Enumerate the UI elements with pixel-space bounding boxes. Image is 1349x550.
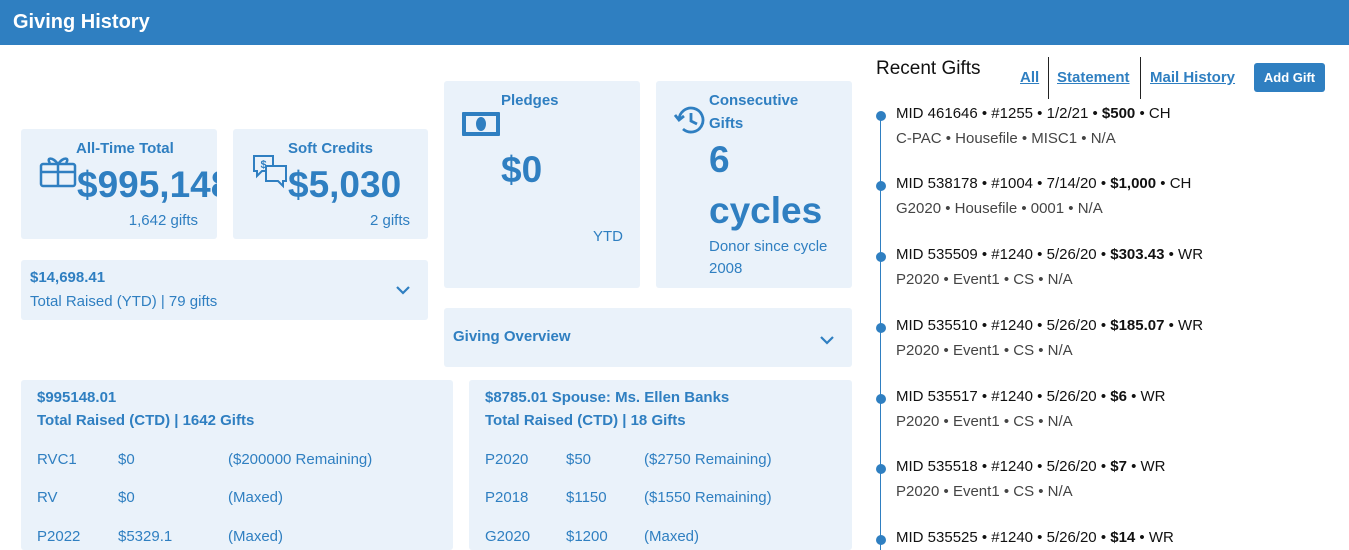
gift-summary: MID 461646 • #1255 • 1/2/21 • $500 • CH xyxy=(896,105,1171,122)
fund-amount: $1150 xyxy=(566,489,607,506)
consecutive-label-line1: Consecutive xyxy=(709,92,799,109)
fund-code: RV xyxy=(37,489,58,506)
mail-history-link[interactable]: Mail History xyxy=(1150,69,1235,86)
gift-amount: $303.43 xyxy=(1110,246,1165,263)
chevron-down-icon[interactable] xyxy=(396,282,410,300)
ctd-self-amount: $995148.01 xyxy=(37,389,117,406)
ctd-spouse-amount: $8785.01 Spouse: Ms. Ellen Banks xyxy=(485,389,730,406)
gift-detail: P2020 • Event1 • CS • N/A xyxy=(896,342,1073,359)
soft-credits-card: $ Soft Credits $5,030 2 gifts xyxy=(233,129,428,239)
gift-summary: MID 535510 • #1240 • 5/26/20 • $185.07 •… xyxy=(896,317,1204,334)
giving-overview-label: Giving Overview xyxy=(453,328,571,345)
link-divider xyxy=(1048,57,1049,99)
list-item[interactable]: MID 535518 • #1240 • 5/26/20 • $7 • WR P… xyxy=(876,458,1336,508)
fund-amount: $50 xyxy=(566,451,592,468)
fund-code: G2020 xyxy=(485,528,531,545)
link-divider xyxy=(1140,57,1141,99)
ctd-spouse-summary: Total Raised (CTD) | 18 Gifts xyxy=(485,412,686,429)
gift-detail: P2020 • Event1 • CS • N/A xyxy=(896,483,1073,500)
fund-code: P2020 xyxy=(485,451,529,468)
history-icon xyxy=(673,103,708,142)
all-time-total-card: All-Time Total $995,148 1,642 gifts xyxy=(21,129,217,239)
fund-amount: $0 xyxy=(118,451,135,468)
timeline-dot xyxy=(876,181,886,191)
ytd-summary-text: Total Raised (YTD) | 79 gifts xyxy=(30,293,218,310)
recent-gifts-title: Recent Gifts xyxy=(876,58,981,79)
ytd-amount: $14,698.41 xyxy=(30,269,106,286)
gift-summary: MID 535509 • #1240 • 5/26/20 • $303.43 •… xyxy=(896,246,1204,263)
pledges-amount: $0 xyxy=(501,149,543,190)
all-time-total-label: All-Time Total xyxy=(76,140,174,157)
fund-code: P2022 xyxy=(37,528,81,545)
consecutive-label-line2: Gifts xyxy=(709,115,744,132)
chat-bubbles-icon: $ xyxy=(251,153,289,194)
fund-code: RVC1 xyxy=(37,451,77,468)
gift-amount: $1,000 xyxy=(1110,175,1157,192)
gift-detail: P2020 • Event1 • CS • N/A xyxy=(896,271,1073,288)
timeline-dot xyxy=(876,464,886,474)
banknote-icon xyxy=(461,111,501,142)
ctd-self-summary: Total Raised (CTD) | 1642 Gifts xyxy=(37,412,255,429)
gift-detail: P2020 • Event1 • CS • N/A xyxy=(896,413,1073,430)
ctd-spouse-card: $8785.01 Spouse: Ms. Ellen Banks Total R… xyxy=(469,380,852,550)
list-item[interactable]: MID 461646 • #1255 • 1/2/21 • $500 • CH … xyxy=(876,105,1336,155)
gift-summary: MID 538178 • #1004 • 7/14/20 • $1,000 • … xyxy=(896,175,1192,192)
filter-all-link[interactable]: All xyxy=(1020,69,1039,86)
donor-since-line1: Donor since cycle xyxy=(709,238,828,255)
donor-since-line2: 2008 xyxy=(709,260,743,277)
fund-status: ($1550 Remaining) xyxy=(644,489,772,506)
fund-status: (Maxed) xyxy=(228,528,284,545)
list-item[interactable]: MID 535517 • #1240 • 5/26/20 • $6 • WR P… xyxy=(876,388,1336,438)
soft-credits-label: Soft Credits xyxy=(288,140,374,157)
fund-status: (Maxed) xyxy=(228,489,284,506)
fund-amount: $5329.1 xyxy=(118,528,173,545)
add-gift-button[interactable]: Add Gift xyxy=(1254,63,1325,92)
pledges-period: YTD xyxy=(593,228,623,245)
pledges-card: Pledges $0 YTD xyxy=(444,81,640,288)
fund-status: ($2750 Remaining) xyxy=(644,451,772,468)
consecutive-count: 6 xyxy=(709,139,730,180)
page-title: Giving History xyxy=(13,11,150,33)
consecutive-gifts-card: Consecutive Gifts 6 cycles Donor since c… xyxy=(656,81,852,288)
soft-credits-amount: $5,030 xyxy=(288,164,402,205)
gift-detail: C-PAC • Housefile • MISC1 • N/A xyxy=(896,130,1116,147)
ytd-summary[interactable]: $14,698.41 Total Raised (YTD) | 79 gifts xyxy=(21,260,428,320)
gift-summary: MID 535517 • #1240 • 5/26/20 • $6 • WR xyxy=(896,388,1166,405)
gift-amount: $185.07 xyxy=(1110,317,1165,334)
timeline-dot xyxy=(876,535,886,545)
list-item[interactable]: MID 535509 • #1240 • 5/26/20 • $303.43 •… xyxy=(876,246,1336,296)
soft-credits-gift-count: 2 gifts xyxy=(369,212,410,229)
fund-code: P2018 xyxy=(485,489,529,506)
all-time-gift-count: 1,642 gifts xyxy=(128,212,198,229)
fund-amount: $0 xyxy=(118,489,135,506)
fund-status: ($200000 Remaining) xyxy=(228,451,373,468)
gift-summary: MID 535518 • #1240 • 5/26/20 • $7 • WR xyxy=(896,458,1166,475)
list-item[interactable]: MID 538178 • #1004 • 7/14/20 • $1,000 • … xyxy=(876,175,1336,225)
timeline-dot xyxy=(876,252,886,262)
chevron-down-icon[interactable] xyxy=(820,332,834,350)
gift-summary: MID 535525 • #1240 • 5/26/20 • $14 • WR xyxy=(896,529,1174,546)
gift-amount: $7 xyxy=(1110,458,1127,475)
gift-amount: $14 xyxy=(1110,529,1136,546)
giving-overview-toggle[interactable]: Giving Overview xyxy=(444,308,852,367)
timeline-dot xyxy=(876,323,886,333)
page-header: Giving History xyxy=(0,0,1349,45)
list-item[interactable]: MID 535525 • #1240 • 5/26/20 • $14 • WR xyxy=(876,529,1336,550)
pledges-label: Pledges xyxy=(501,92,559,109)
gift-amount: $500 xyxy=(1101,105,1136,122)
fund-amount: $1200 xyxy=(566,528,608,545)
consecutive-unit: cycles xyxy=(709,190,823,231)
all-time-total-amount: $995,148 xyxy=(77,164,217,205)
timeline-dot xyxy=(876,111,886,121)
fund-status: (Maxed) xyxy=(644,528,700,545)
gift-icon xyxy=(39,154,77,193)
list-item[interactable]: MID 535510 • #1240 • 5/26/20 • $185.07 •… xyxy=(876,317,1336,367)
gift-detail: G2020 • Housefile • 0001 • N/A xyxy=(896,200,1103,217)
gift-amount: $6 xyxy=(1110,388,1127,405)
timeline-dot xyxy=(876,394,886,404)
statement-link[interactable]: Statement xyxy=(1057,69,1130,86)
ctd-self-card: $995148.01 Total Raised (CTD) | 1642 Gif… xyxy=(21,380,453,550)
